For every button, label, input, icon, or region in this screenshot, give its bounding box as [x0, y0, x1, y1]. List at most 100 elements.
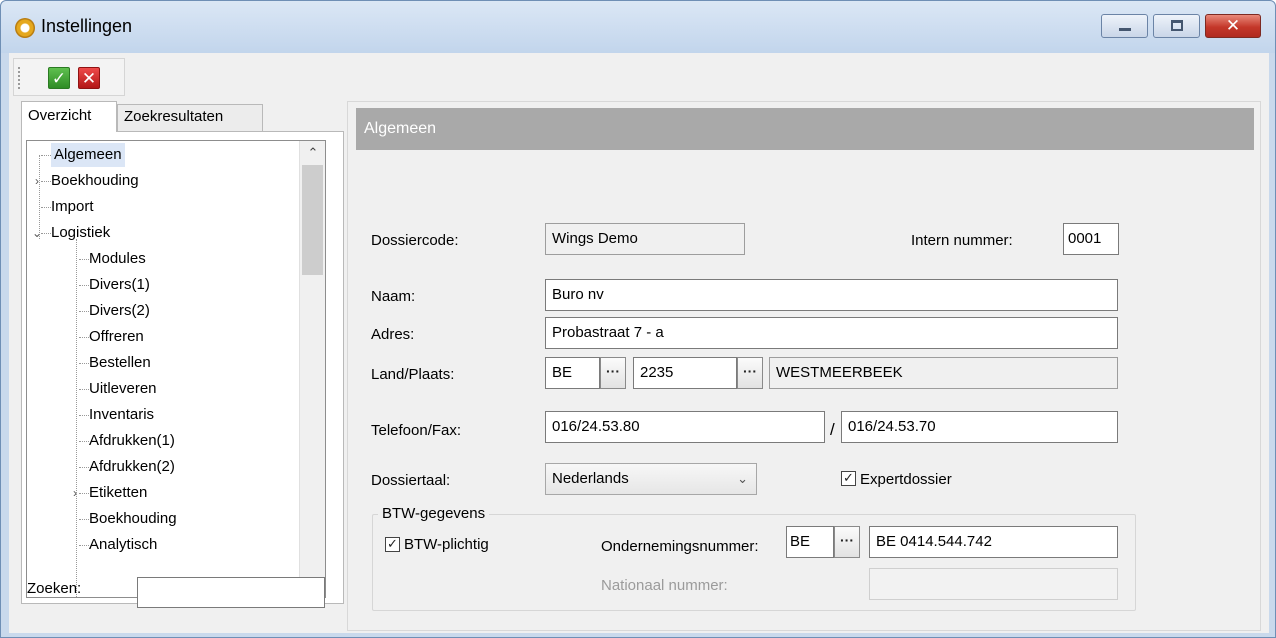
- tree-item[interactable]: Uitleveren: [69, 377, 157, 401]
- settings-window: Instellingen ✕ ✓ ✕ Overzicht Zoekresulta…: [0, 0, 1276, 638]
- tree-item-label: Modules: [89, 250, 146, 267]
- tree-item[interactable]: Afdrukken(2): [69, 455, 175, 479]
- tree-connector: [79, 545, 89, 546]
- confirm-button[interactable]: ✓: [48, 67, 70, 89]
- tree-connector: [79, 389, 89, 390]
- tree-item[interactable]: Import: [31, 195, 94, 219]
- search-label: Zoeken:: [27, 580, 82, 597]
- toolbar: ✓ ✕: [13, 58, 125, 96]
- tree-connector: [41, 181, 51, 182]
- nationaal-nummer-label: Nationaal nummer:: [601, 577, 728, 594]
- cancel-button[interactable]: ✕: [78, 67, 100, 89]
- settings-tree[interactable]: Algemeen › Boekhouding Import ⌄ Logistiek Modu…: [26, 140, 326, 598]
- maximize-button[interactable]: [1153, 14, 1200, 38]
- dossiertaal-label: Dossiertaal:: [371, 472, 451, 489]
- toolbar-grip-icon[interactable]: [18, 67, 20, 89]
- tree-item[interactable]: Inventaris: [69, 403, 154, 427]
- minimize-icon: [1119, 28, 1131, 31]
- tree-item-label: Inventaris: [89, 406, 155, 423]
- postcode-lookup-button[interactable]: ···: [737, 357, 763, 389]
- tree-item[interactable]: Modules: [69, 247, 146, 271]
- tree-connector: [79, 493, 89, 494]
- tree-item[interactable]: Offreren: [69, 325, 144, 349]
- tree-panel: Algemeen › Boekhouding Import ⌄ Logistiek Modu…: [21, 131, 344, 604]
- tree-connector: [79, 311, 89, 312]
- tree-item-label: Divers(2): [89, 302, 150, 319]
- ondernemingsnummer-country-field[interactable]: BE: [786, 526, 834, 558]
- tree-item[interactable]: Bestellen: [69, 351, 151, 375]
- ondernemingsnummer-label: Ondernemingsnummer:: [601, 538, 759, 555]
- fax-field[interactable]: 016/24.53.70: [841, 411, 1118, 443]
- title-bar[interactable]: Instellingen ✕: [1, 1, 1275, 53]
- tree-item-label: Bestellen: [89, 354, 151, 371]
- tree-connector: [79, 467, 89, 468]
- expertdossier-label: Expertdossier: [860, 471, 952, 488]
- minimize-button[interactable]: [1101, 14, 1148, 38]
- land-field[interactable]: BE: [545, 357, 600, 389]
- close-button[interactable]: ✕: [1205, 14, 1261, 38]
- tree-item[interactable]: ⌄ Logistiek: [31, 221, 110, 245]
- tree-connector: [79, 363, 89, 364]
- dossiercode-field: Wings Demo: [545, 223, 745, 255]
- intern-nummer-label: Intern nummer:: [911, 232, 1013, 249]
- tree-item[interactable]: Algemeen: [31, 143, 125, 167]
- tree-scrollbar[interactable]: ⌃ ⌄: [299, 141, 325, 597]
- tree-item-label: Import: [51, 198, 94, 215]
- nationaal-nummer-field: [869, 568, 1118, 600]
- tree-item[interactable]: › Etiketten: [69, 481, 147, 505]
- naam-field[interactable]: Buro nv: [545, 279, 1118, 311]
- tab-overzicht[interactable]: Overzicht: [21, 101, 117, 132]
- tree-item-label: Boekhouding: [89, 510, 177, 527]
- adres-field[interactable]: Probastraat 7 - a: [545, 317, 1118, 349]
- tree-connector: [79, 337, 89, 338]
- tree-item-label: Afdrukken(2): [89, 458, 175, 475]
- scroll-up-icon[interactable]: ⌃: [300, 141, 325, 165]
- postcode-field[interactable]: 2235: [633, 357, 737, 389]
- tree-item[interactable]: Analytisch: [69, 533, 157, 557]
- tree-item-label: Logistiek: [51, 224, 111, 241]
- window-title: Instellingen: [41, 16, 133, 36]
- tree-item[interactable]: › Boekhouding: [31, 169, 139, 193]
- tree-connector: [79, 285, 89, 286]
- tree-item-label: Uitleveren: [89, 380, 157, 397]
- tree-connector: [79, 259, 89, 260]
- tree-item[interactable]: Afdrukken(1): [69, 429, 175, 453]
- telefoon-field[interactable]: 016/24.53.80: [545, 411, 825, 443]
- dossiertaal-dropdown[interactable]: Nederlands ⌄: [545, 463, 757, 495]
- tree-item[interactable]: Divers(1): [69, 273, 150, 297]
- fax-separator: /: [830, 420, 835, 439]
- tree-connector: [79, 415, 89, 416]
- naam-label: Naam:: [371, 288, 416, 305]
- chevron-down-icon: ⌄: [737, 471, 748, 486]
- scroll-thumb[interactable]: [302, 165, 323, 275]
- telefoon-fax-label: Telefoon/Fax:: [371, 422, 462, 439]
- settings-panel: Algemeen Dossiercode: Wings Demo Intern …: [347, 101, 1261, 631]
- search-input[interactable]: [137, 577, 325, 608]
- tree-connector: [79, 519, 89, 520]
- tree-item-label: Etiketten: [89, 484, 148, 501]
- btw-group-title: BTW-gegevens: [378, 505, 490, 522]
- tree-item-label: Afdrukken(1): [89, 432, 175, 449]
- tree-item-label: Algemeen: [51, 143, 125, 167]
- tree-connector: [41, 207, 51, 208]
- expertdossier-checkbox[interactable]: ✓: [841, 471, 856, 486]
- app-gear-icon: [15, 18, 35, 38]
- client-area: ✓ ✕ Overzicht Zoekresultaten Algemeen › Bo…: [9, 53, 1269, 633]
- dossiercode-label: Dossiercode:: [371, 232, 459, 249]
- tree-connector: [41, 233, 51, 234]
- ondernemingsnummer-lookup-button[interactable]: ···: [834, 526, 860, 558]
- adres-label: Adres:: [371, 326, 415, 343]
- btw-plichtig-checkbox[interactable]: ✓: [385, 537, 400, 552]
- land-lookup-button[interactable]: ···: [600, 357, 626, 389]
- intern-nummer-field[interactable]: 0001: [1063, 223, 1119, 255]
- plaats-field: WESTMEERBEEK: [769, 357, 1118, 389]
- maximize-icon: [1171, 20, 1183, 31]
- close-icon: ✕: [1225, 16, 1241, 35]
- section-header: Algemeen: [356, 108, 1254, 150]
- ondernemingsnummer-field[interactable]: BE 0414.544.742: [869, 526, 1118, 558]
- tree-item[interactable]: Boekhouding: [69, 507, 177, 531]
- tab-zoekresultaten[interactable]: Zoekresultaten: [117, 104, 263, 131]
- tree-item-label: Divers(1): [89, 276, 150, 293]
- tree-item[interactable]: Divers(2): [69, 299, 150, 323]
- tree-item-label: Boekhouding: [51, 172, 139, 189]
